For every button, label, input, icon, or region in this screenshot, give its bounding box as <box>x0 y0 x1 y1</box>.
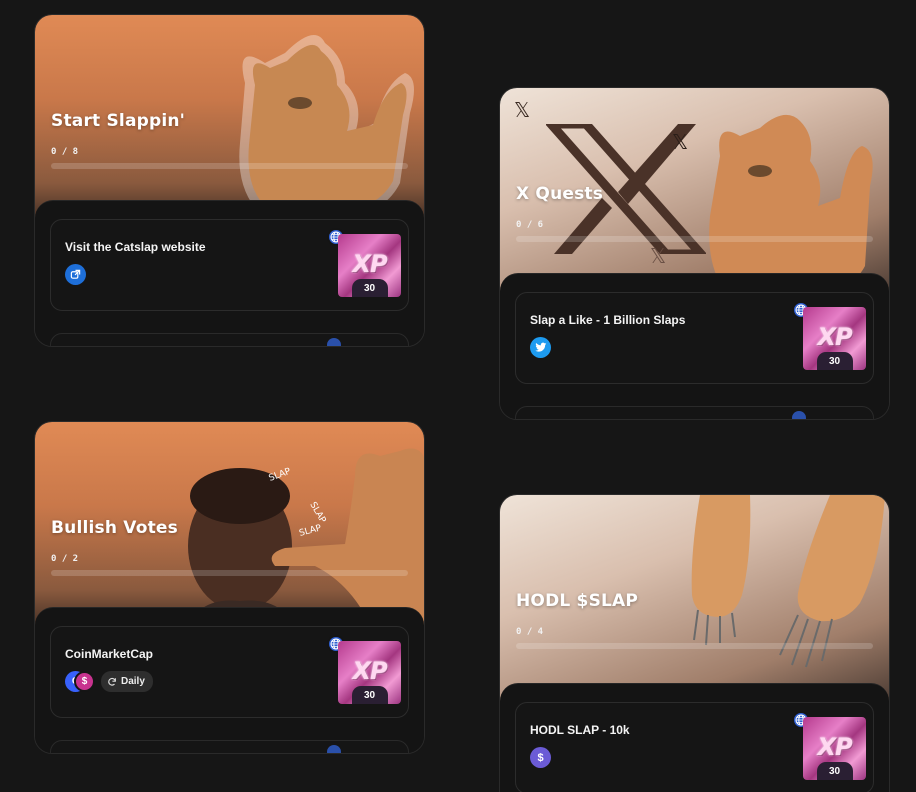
globe-icon <box>327 745 341 753</box>
xp-label: XP <box>352 250 387 278</box>
task-item[interactable]: CoinMarketCap C $ Daily XP 30 <box>50 626 409 718</box>
xp-label: XP <box>817 323 852 351</box>
cat-paws-illustration <box>691 495 885 668</box>
task-title: Visit the Catslap website <box>65 240 206 254</box>
x-logo-icon: 𝕏 <box>672 130 689 154</box>
xp-reward-badge: XP 30 <box>338 641 401 704</box>
quest-progress-bar <box>51 570 408 576</box>
quest-hero-image: SLAP SLAP SLAP Bullish Votes 0 / 2 <box>35 422 424 632</box>
quest-progress-label: 0 / 4 <box>516 627 544 637</box>
quest-title: Start Slappin' <box>51 111 186 131</box>
task-item[interactable]: Visit the Catslap website XP 30 <box>50 219 409 311</box>
task-item[interactable]: Slap a Like - 1 Billion Slaps XP 30 <box>515 292 874 384</box>
quest-hero-image: Start Slappin' 0 / 8 <box>35 15 424 225</box>
task-icons <box>65 264 86 285</box>
quest-card-bullish-votes[interactable]: SLAP SLAP SLAP Bullish Votes 0 / 2 CoinM… <box>34 421 425 754</box>
slapping-cat-illustration <box>239 35 414 218</box>
svg-text:SLAP: SLAP <box>307 501 327 526</box>
quest-task-panel: CoinMarketCap C $ Daily XP 30 <box>35 607 424 753</box>
task-item-next[interactable] <box>50 333 409 346</box>
twitter-bird-icon <box>530 337 551 358</box>
task-title: Slap a Like - 1 Billion Slaps <box>530 313 686 327</box>
quest-progress-label: 0 / 2 <box>51 554 79 564</box>
quest-progress-bar <box>516 236 873 242</box>
xp-value: 30 <box>351 279 388 297</box>
xp-reward-badge: XP 30 <box>803 307 866 370</box>
quest-title: Bullish Votes <box>51 518 178 538</box>
xp-reward-badge: XP 30 <box>803 717 866 780</box>
task-icons: C $ Daily <box>65 671 153 692</box>
xp-value: 30 <box>351 686 388 704</box>
quest-hero-image: 𝕏 𝕏 𝕏 X Quests 0 / 6 <box>500 88 889 298</box>
dollar-coin-icon: $ <box>530 747 551 768</box>
quest-card-x-quests[interactable]: 𝕏 𝕏 𝕏 X Quests 0 / 6 Slap a Like - 1 Bil… <box>499 87 890 420</box>
quest-progress-label: 0 / 8 <box>51 147 79 157</box>
coinmarketcap-icon: C $ <box>65 671 95 692</box>
daily-badge: Daily <box>101 671 153 692</box>
task-icons: $ <box>530 747 551 768</box>
quest-title: X Quests <box>516 184 604 204</box>
x-logo-icon: 𝕏 <box>650 244 667 268</box>
xp-reward-badge: XP 30 <box>338 234 401 297</box>
task-item-next[interactable] <box>515 406 874 419</box>
quest-card-hodl-slap[interactable]: HODL $SLAP 0 / 4 HODL SLAP - 10k $ XP 30 <box>499 494 890 792</box>
daily-label: Daily <box>121 676 145 687</box>
quest-progress-label: 0 / 6 <box>516 220 544 230</box>
quest-task-panel: Slap a Like - 1 Billion Slaps XP 30 <box>500 273 889 419</box>
refresh-icon <box>108 677 116 686</box>
task-title: CoinMarketCap <box>65 647 154 661</box>
xp-label: XP <box>817 733 852 761</box>
xp-label: XP <box>352 657 387 685</box>
globe-icon <box>327 338 341 346</box>
xp-value: 30 <box>816 762 853 780</box>
quest-task-panel: HODL SLAP - 10k $ XP 30 <box>500 683 889 792</box>
task-title: HODL SLAP - 10k <box>530 723 630 737</box>
svg-text:SLAP: SLAP <box>298 523 323 539</box>
quest-task-panel: Visit the Catslap website XP 30 <box>35 200 424 346</box>
slap-scene-illustration: SLAP SLAP SLAP <box>186 448 424 632</box>
task-item-next[interactable] <box>50 740 409 753</box>
x-logo-icon: 𝕏 <box>514 98 531 122</box>
quest-hero-image: HODL $SLAP 0 / 4 <box>500 495 889 705</box>
task-icons <box>530 337 551 358</box>
globe-icon <box>792 411 806 419</box>
quest-card-start-slappin[interactable]: Start Slappin' 0 / 8 Visit the Catslap w… <box>34 14 425 347</box>
task-item[interactable]: HODL SLAP - 10k $ XP 30 <box>515 702 874 792</box>
quest-progress-bar <box>516 643 873 649</box>
quest-progress-bar <box>51 163 408 169</box>
quest-title: HODL $SLAP <box>516 591 639 611</box>
external-link-icon <box>65 264 86 285</box>
cat-illustration <box>709 114 873 296</box>
xp-value: 30 <box>816 352 853 370</box>
